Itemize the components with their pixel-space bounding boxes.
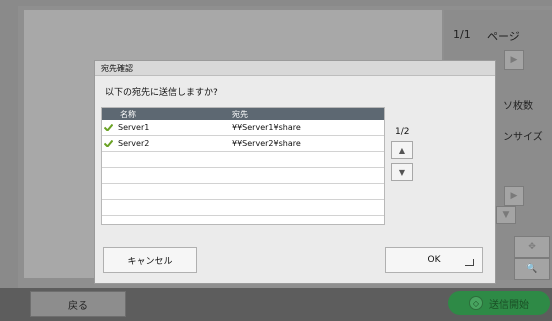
destination-confirm-dialog: 宛先確認 以下の宛先に送信しますか? 名称 宛先 Server1 ¥¥Serve…	[94, 60, 496, 284]
scroll-up-button[interactable]: ▲	[391, 141, 413, 159]
check-icon	[104, 124, 113, 131]
table-row[interactable]: Server2 ¥¥Server2¥share	[102, 136, 384, 152]
empty-row	[102, 200, 384, 216]
start-label: 送信開始	[489, 299, 529, 311]
scroll-down-button[interactable]: ▼	[391, 163, 413, 181]
ok-label: OK	[427, 255, 441, 265]
nav-right-button[interactable]: ▶	[504, 186, 524, 206]
scroll-up-icon: ▲	[398, 145, 406, 155]
zoom-icon: 🔍	[526, 264, 538, 274]
page-number: 1/1	[453, 28, 471, 41]
check-icon	[104, 140, 113, 147]
column-destination: 宛先	[232, 110, 248, 119]
ok-button[interactable]: OK	[385, 247, 483, 273]
page-next-button[interactable]: ▶	[504, 50, 524, 70]
row-name: Server2	[118, 139, 150, 148]
rotate-button[interactable]: ✥	[514, 236, 550, 258]
page-count: 1/2	[395, 127, 410, 137]
zoom-button[interactable]: 🔍	[514, 258, 550, 280]
column-name: 名称	[120, 110, 136, 119]
list-header: 名称 宛先	[102, 108, 384, 120]
back-button[interactable]: 戻る	[30, 291, 126, 317]
dialog-question: 以下の宛先に送信しますか?	[105, 88, 218, 98]
rotate-icon: ✥	[528, 242, 536, 252]
row-destination: ¥¥Server2¥share	[232, 139, 301, 148]
destination-list: 名称 宛先 Server1 ¥¥Server1¥share Server2 ¥¥…	[101, 107, 385, 225]
sheets-label: ソ枚数	[503, 101, 533, 112]
page-label: ページ	[487, 30, 520, 43]
start-icon: ◇	[469, 296, 483, 310]
dialog-titlebar: 宛先確認	[95, 61, 495, 76]
row-destination: ¥¥Server1¥share	[232, 123, 301, 132]
table-row[interactable]: Server1 ¥¥Server1¥share	[102, 120, 384, 136]
empty-row	[102, 168, 384, 184]
size-label: ンサイズ	[503, 132, 543, 143]
dropdown-button[interactable]: ▼	[496, 206, 516, 224]
scroll-down-icon: ▼	[398, 167, 406, 177]
enter-icon	[465, 259, 474, 266]
row-name: Server1	[118, 123, 150, 132]
dialog-title: 宛先確認	[101, 64, 133, 73]
start-send-button[interactable]: ◇ 送信開始	[448, 291, 550, 315]
cancel-button[interactable]: キャンセル	[103, 247, 197, 273]
empty-row	[102, 152, 384, 168]
empty-row	[102, 184, 384, 200]
